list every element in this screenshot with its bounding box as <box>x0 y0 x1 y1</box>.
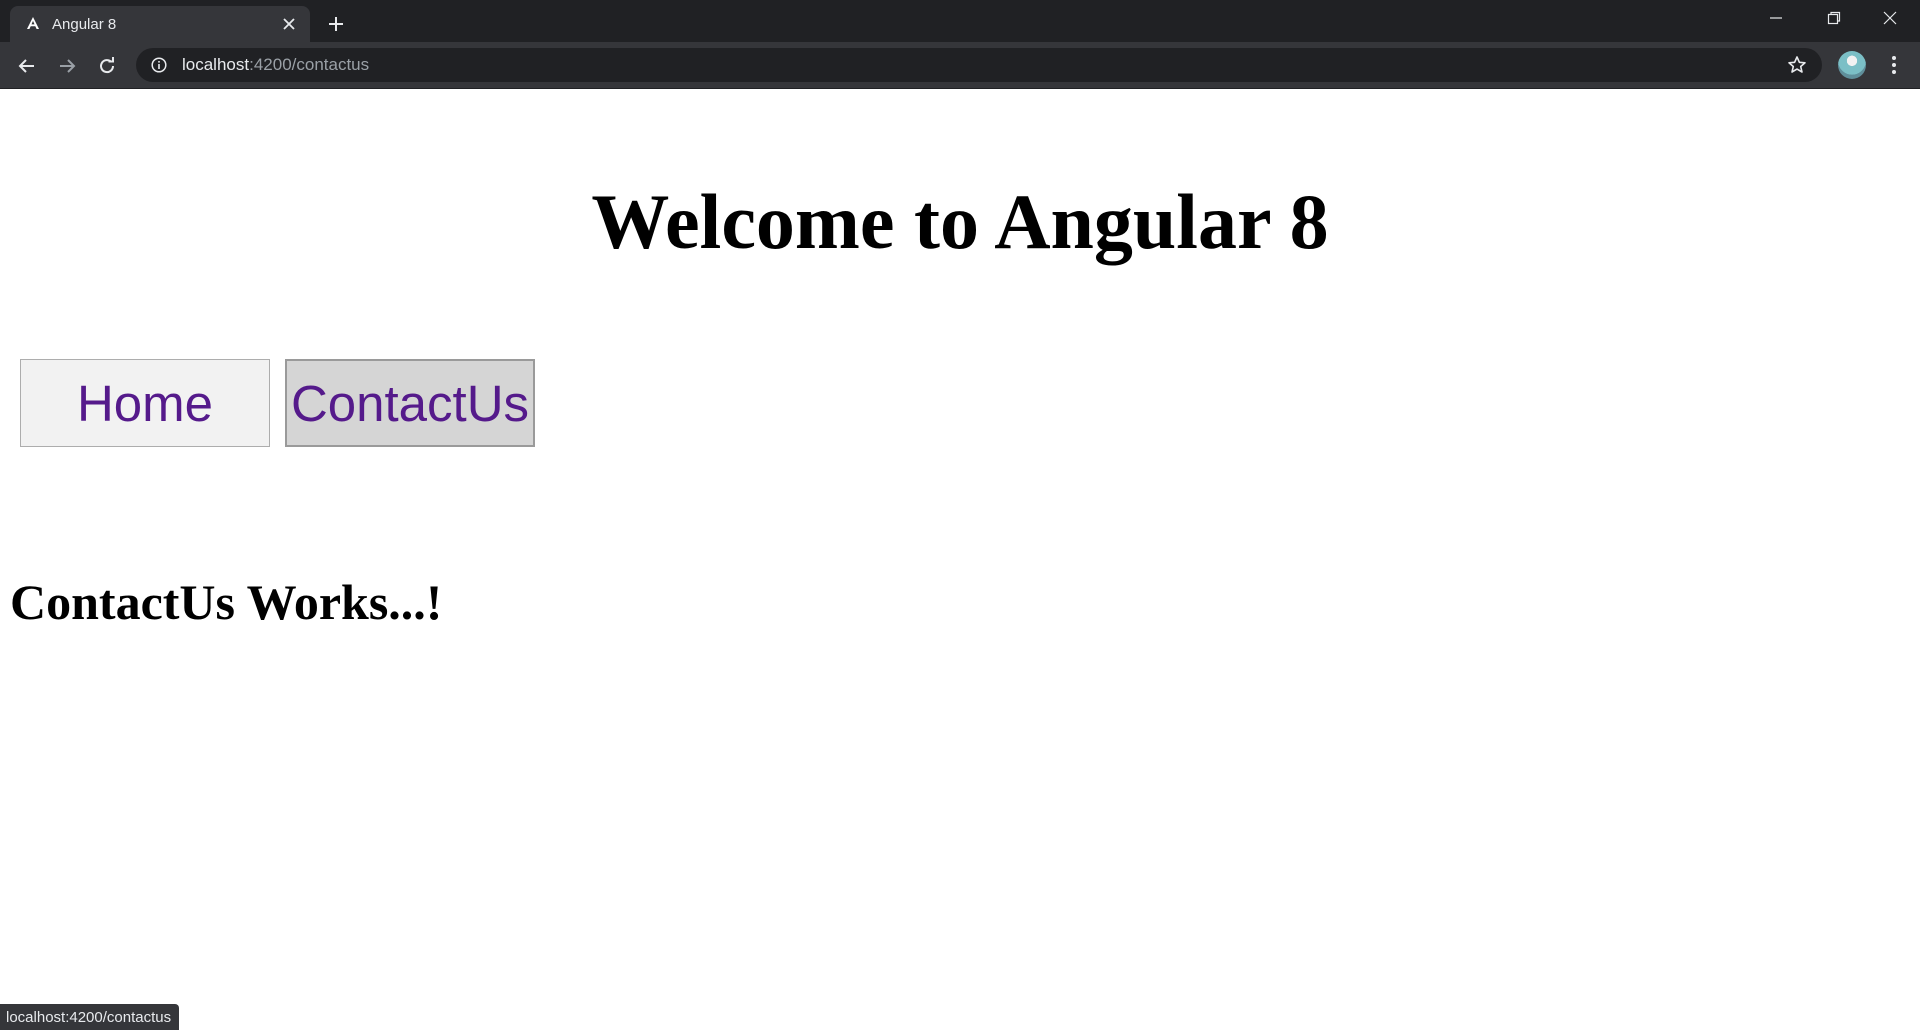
site-info-icon[interactable] <box>150 56 168 74</box>
browser-titlebar: Angular 8 <box>0 0 1920 42</box>
more-menu-icon[interactable] <box>1880 51 1908 79</box>
url-path: :4200/contactus <box>249 55 370 74</box>
page-title: Welcome to Angular 8 <box>591 178 1329 265</box>
reload-icon[interactable] <box>90 49 124 83</box>
back-arrow-icon[interactable] <box>10 49 44 83</box>
route-content-heading: ContactUs Works...! <box>10 574 443 630</box>
url-host: localhost <box>182 55 250 74</box>
bookmark-star-icon[interactable] <box>1786 54 1808 76</box>
status-bar-url: localhost:4200/contactus <box>0 1004 180 1030</box>
angular-icon <box>24 15 42 33</box>
contactus-nav-button[interactable]: ContactUs <box>285 359 535 447</box>
restore-icon[interactable] <box>1806 0 1862 36</box>
address-bar[interactable]: localhost:4200/contactus <box>136 48 1822 82</box>
tab-title: Angular 8 <box>52 15 117 33</box>
profile-avatar[interactable] <box>1838 51 1866 79</box>
browser-tab[interactable]: Angular 8 <box>10 6 310 42</box>
new-tab-icon[interactable] <box>322 10 350 38</box>
browser-toolbar: localhost:4200/contactus <box>0 42 1920 89</box>
close-tab-icon[interactable] <box>278 13 300 35</box>
minimize-icon[interactable] <box>1748 0 1804 36</box>
forward-arrow-icon[interactable] <box>50 49 84 83</box>
page-viewport: Welcome to Angular 8 Home ContactUs Cont… <box>0 89 1920 1030</box>
window-close-icon[interactable] <box>1862 0 1918 36</box>
home-nav-button[interactable]: Home <box>20 359 270 447</box>
